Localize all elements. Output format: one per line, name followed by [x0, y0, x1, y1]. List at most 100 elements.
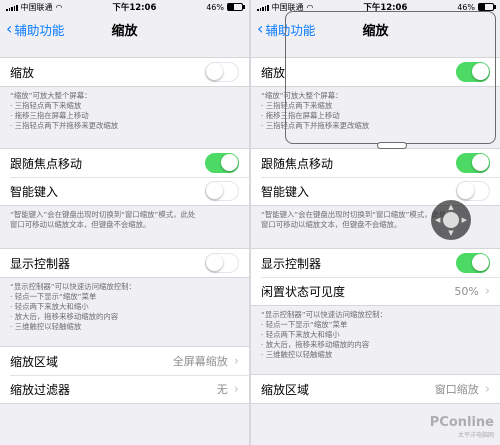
status-time: 下午12:06 [363, 3, 408, 13]
footnote-line: “智能键入”会在键盘出现时切换到“窗口缩放”模式，此处 [10, 210, 196, 219]
chevron-right-icon: › [484, 283, 490, 299]
controller-group: 显示控制器 闲置状态可见度 50% › [251, 248, 500, 306]
smart-typing-toggle[interactable] [456, 181, 490, 201]
toggle-knob [457, 182, 474, 199]
footnote-line: “显示控制器”可以快速访问缩放控制： [261, 310, 387, 319]
controller-joystick [443, 212, 459, 228]
status-time: 下午12:06 [112, 3, 157, 13]
idle-visibility-row[interactable]: 闲置状态可见度 50% › [251, 277, 500, 305]
signal-icon [257, 4, 269, 11]
zoom-label: 缩放 [10, 65, 35, 80]
battery-icon [226, 3, 245, 11]
focus-group: 跟随焦点移动 智能键入 [251, 148, 500, 206]
chevron-left-icon: ‹ [257, 19, 264, 38]
footnote-line: · 三指轻点两下来缩放 [261, 101, 333, 110]
controller-footnote: “显示控制器”可以快速访问缩放控制： · 轻点一下显示“缩放”菜单 · 轻点两下… [251, 306, 500, 360]
chevron-right-icon: › [233, 381, 239, 397]
zoom-region-value: 全屏幕缩放 [172, 355, 228, 368]
zoom-toggle[interactable] [205, 62, 239, 82]
zoom-label: 缩放 [261, 65, 286, 80]
arrow-right-icon: ▶ [461, 216, 467, 224]
zoom-region-row[interactable]: 缩放区域 全屏幕缩放 › [0, 347, 249, 375]
zoom-region-value: 窗口缩放 [434, 383, 479, 396]
status-bar: 中国联通 ◠ 下午12:06 46% [0, 0, 249, 14]
footnote-line: · 拖移三指在屏幕上移动 [261, 111, 340, 120]
toggle-knob [206, 254, 223, 271]
zoom-lens-handle[interactable] [377, 142, 407, 149]
smart-typing-row: 智能键入 [0, 177, 249, 205]
zoom-controller[interactable]: ▲ ▼ ◀ ▶ [431, 200, 471, 240]
follow-focus-toggle[interactable] [456, 153, 490, 173]
footnote-line: · 轻点一下显示“缩放”菜单 [10, 292, 97, 301]
back-button[interactable]: ‹ 辅助功能 [257, 20, 315, 39]
chevron-right-icon: › [484, 381, 490, 397]
zoom-row: 缩放 [251, 58, 500, 86]
toggle-knob [206, 63, 223, 80]
arrow-left-icon: ◀ [435, 216, 441, 224]
follow-focus-row: 跟随焦点移动 [251, 149, 500, 177]
zoom-footnote: “缩放”可放大整个屏幕： · 三指轻点两下来缩放 · 拖移三指在屏幕上移动 · … [0, 87, 249, 131]
right-screen: 中国联通 ◠ 下午12:06 46% ‹ 辅助功能 缩放 缩放 “缩放”可放大整… [251, 0, 500, 445]
back-label: 辅助功能 [265, 22, 316, 38]
zoom-filter-row[interactable]: 缩放过滤器 无 › [0, 375, 249, 403]
back-button[interactable]: ‹ 辅助功能 [6, 20, 64, 39]
region-group: 缩放区域 窗口缩放 › [251, 374, 500, 404]
battery-percent: 46% [206, 2, 224, 12]
smart-typing-row: 智能键入 [251, 177, 500, 205]
status-bar: 中国联通 ◠ 下午12:06 46% [251, 0, 500, 14]
controller-group: 显示控制器 [0, 248, 249, 278]
toggle-knob [472, 254, 489, 271]
idle-visibility-label: 闲置状态可见度 [261, 284, 346, 299]
battery-percent: 46% [457, 2, 475, 12]
show-controller-label: 显示控制器 [261, 256, 322, 271]
zoom-group: 缩放 [0, 57, 249, 87]
watermark-logo: PConline [429, 415, 494, 430]
footnote-line: “缩放”可放大整个屏幕： [10, 91, 92, 100]
chevron-right-icon: › [233, 353, 239, 369]
footnote-line: · 三维触控以轻触缩放 [261, 350, 333, 359]
show-controller-toggle[interactable] [205, 253, 239, 273]
chevron-left-icon: ‹ [6, 19, 13, 38]
watermark-subtitle: 太平洋电脑网 [457, 432, 494, 439]
footnote-line: 窗口可移动以缩放文本，但键盘不会缩放。 [10, 220, 151, 229]
carrier-label: 中国联通 [271, 2, 304, 12]
signal-icon [6, 4, 18, 11]
zoom-group: 缩放 [251, 57, 500, 87]
arrow-down-icon: ▼ [448, 229, 454, 237]
arrow-up-icon: ▲ [448, 203, 454, 211]
footnote-line: · 放大后，拖移来移动缩放的内容 [10, 312, 119, 321]
footnote-line: · 三指轻点两下并拖移来更改缩放 [261, 121, 370, 130]
zoom-filter-label: 缩放过滤器 [10, 382, 71, 397]
carrier-label: 中国联通 [20, 2, 53, 12]
zoom-footnote: “缩放”可放大整个屏幕： · 三指轻点两下来缩放 · 拖移三指在屏幕上移动 · … [251, 87, 500, 131]
follow-focus-row: 跟随焦点移动 [0, 149, 249, 177]
zoom-region-label: 缩放区域 [10, 354, 59, 369]
smart-typing-footnote: “智能键入”会在键盘出现时切换到“窗口缩放”模式，此处 窗口可移动以缩放文本，但… [0, 206, 249, 230]
nav-bar: ‹ 辅助功能 缩放 [251, 14, 500, 44]
watermark: PConline 太平洋电脑网 [430, 415, 494, 439]
toggle-knob [472, 63, 489, 80]
smart-typing-label: 智能键入 [261, 184, 310, 199]
focus-group: 跟随焦点移动 智能键入 [0, 148, 249, 206]
footnote-line: “显示控制器”可以快速访问缩放控制： [10, 282, 136, 291]
zoom-filter-value: 无 [216, 383, 228, 396]
follow-focus-toggle[interactable] [205, 153, 239, 173]
zoom-region-row[interactable]: 缩放区域 窗口缩放 › [251, 375, 500, 403]
left-screen: 中国联通 ◠ 下午12:06 46% ‹ 辅助功能 缩放 缩放 “缩放”可放大整… [0, 0, 249, 445]
footnote-line: · 三指轻点两下来缩放 [10, 101, 82, 110]
wifi-icon: ◠ [306, 2, 314, 12]
show-controller-row: 显示控制器 [251, 249, 500, 277]
zoom-toggle[interactable] [456, 62, 490, 82]
toggle-knob [206, 182, 223, 199]
toggle-knob [472, 154, 489, 171]
follow-focus-label: 跟随焦点移动 [261, 156, 334, 171]
smart-typing-label: 智能键入 [10, 184, 59, 199]
footnote-line: · 轻点两下来放大和缩小 [10, 302, 89, 311]
smart-typing-toggle[interactable] [205, 181, 239, 201]
footnote-line: “缩放”可放大整个屏幕： [261, 91, 343, 100]
show-controller-label: 显示控制器 [10, 256, 71, 271]
back-label: 辅助功能 [14, 22, 65, 38]
zoom-region-label: 缩放区域 [261, 382, 310, 397]
show-controller-toggle[interactable] [456, 253, 490, 273]
follow-focus-label: 跟随焦点移动 [10, 156, 83, 171]
